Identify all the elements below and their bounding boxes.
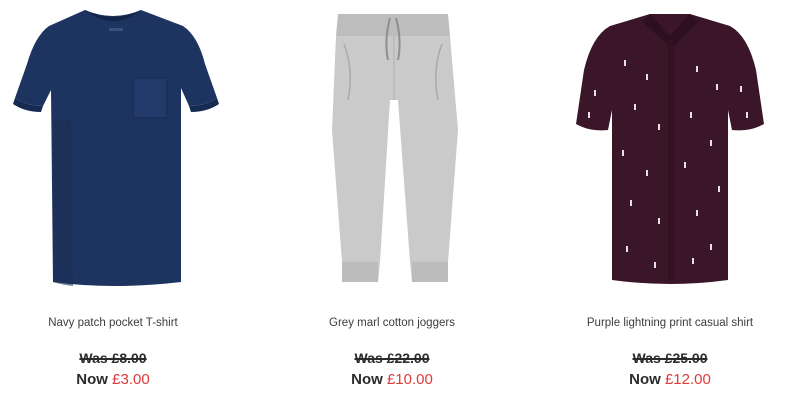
navy-tshirt-image[interactable] [0,0,233,300]
now-label: Now [629,371,661,388]
was-price: Was £25.00 [632,350,708,366]
product-card[interactable]: Grey marl cotton joggers Was £22.00 Now … [272,0,512,404]
now-label: Now [351,371,383,388]
now-price: £10.00 [386,371,433,388]
product-name[interactable]: Grey marl cotton joggers [272,314,512,332]
was-price: Was £22.00 [354,350,430,366]
product-card[interactable]: Navy patch pocket T-shirt Was £8.00 Now … [0,0,233,404]
now-price-line: Now £10.00 [272,371,512,389]
product-card[interactable]: Purple lightning print casual shirt Was … [550,0,790,404]
now-price: £3.00 [112,371,150,388]
product-name[interactable]: Navy patch pocket T-shirt [0,314,233,332]
was-price: Was £8.00 [79,350,147,366]
purple-shirt-image[interactable] [550,0,790,300]
grey-joggers-image[interactable] [272,0,512,300]
now-price-line: Now £3.00 [0,371,233,389]
now-price-line: Now £12.00 [550,371,790,389]
now-price: £12.00 [664,371,711,388]
product-grid: Navy patch pocket T-shirt Was £8.00 Now … [0,0,812,404]
product-name[interactable]: Purple lightning print casual shirt [550,314,790,332]
now-label: Now [76,371,108,388]
